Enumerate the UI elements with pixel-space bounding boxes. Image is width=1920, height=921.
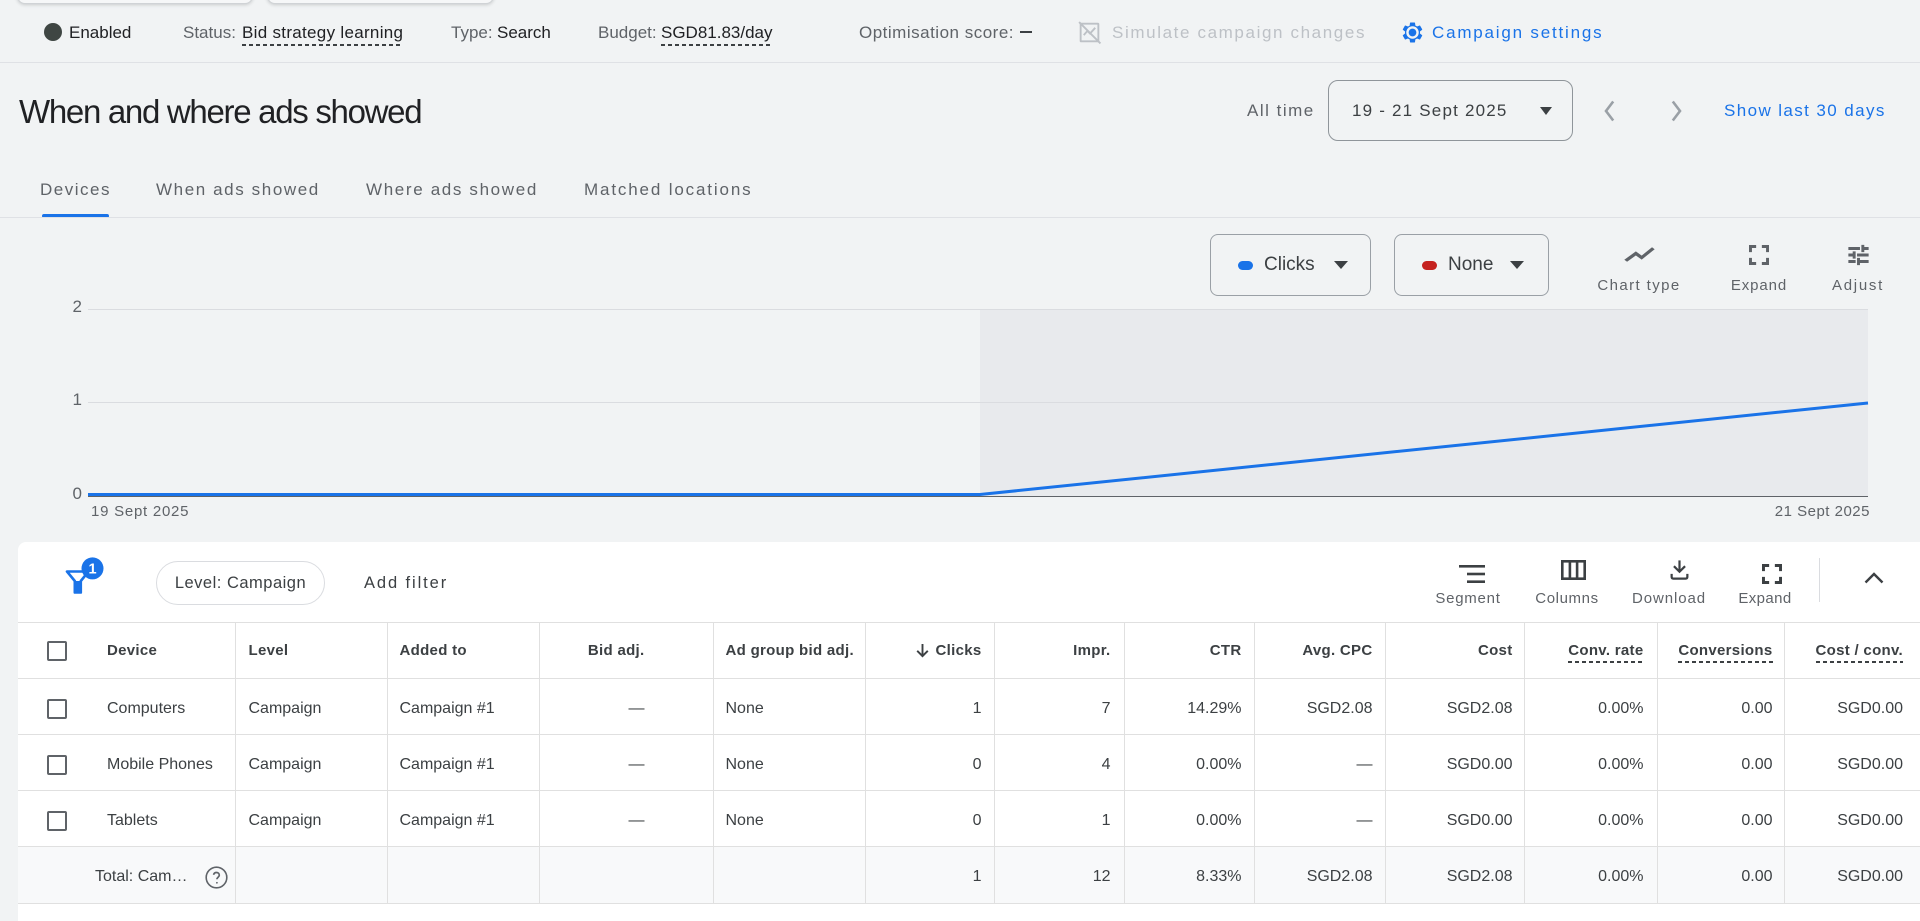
svg-text:1: 1 <box>88 561 96 577</box>
